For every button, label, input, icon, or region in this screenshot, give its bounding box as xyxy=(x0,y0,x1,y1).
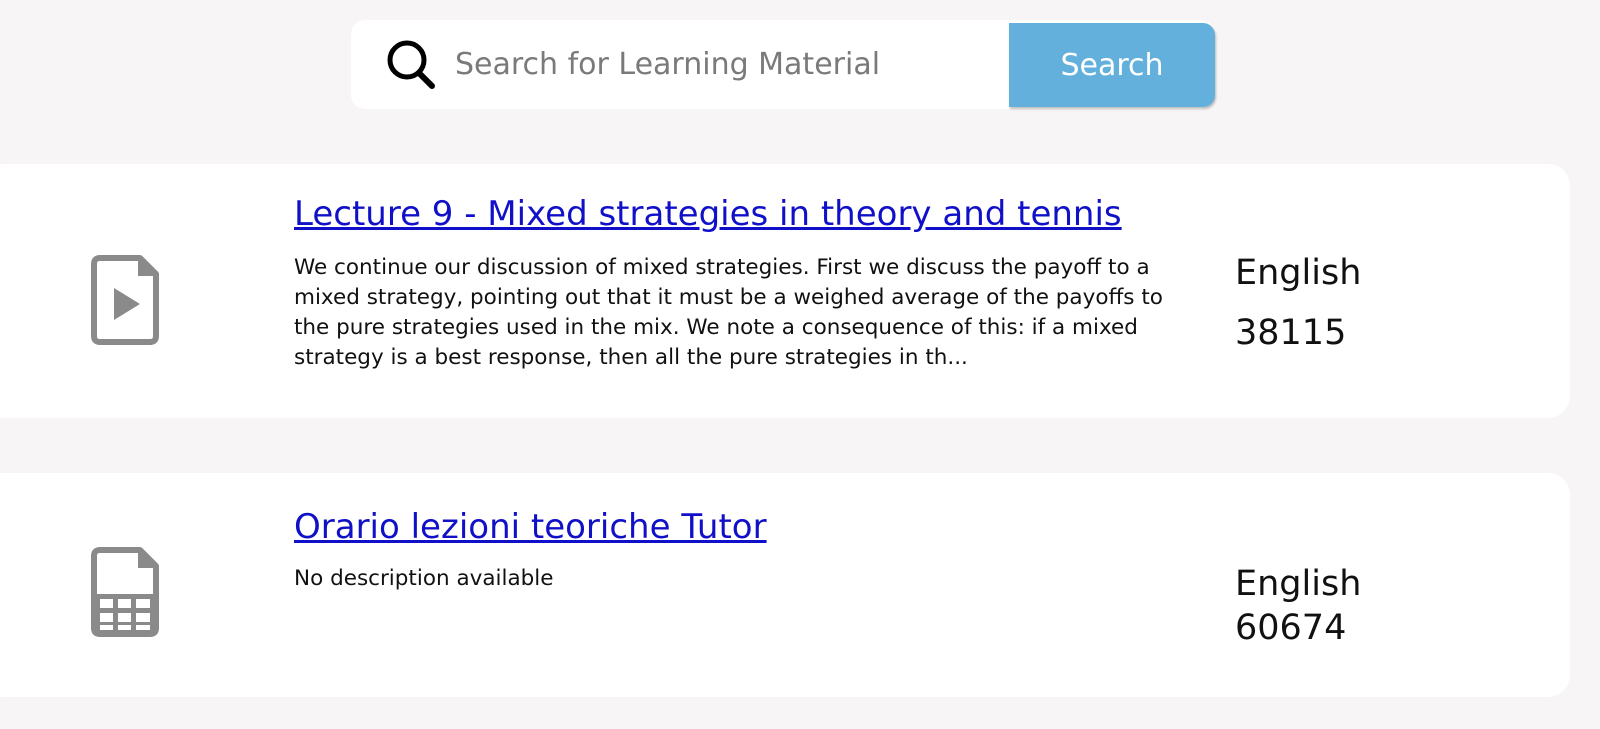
result-language: English xyxy=(1235,253,1362,293)
result-description: No description available xyxy=(294,566,554,591)
result-card: Orario lezioni teoriche Tutor No descrip… xyxy=(0,473,1570,697)
result-count: 38115 xyxy=(1235,313,1347,353)
search-button[interactable]: Search xyxy=(1009,23,1215,107)
result-description: We continue our discussion of mixed stra… xyxy=(294,255,1163,370)
result-title-link[interactable]: Lecture 9 - Mixed strategies in theory a… xyxy=(294,194,1122,234)
video-file-icon xyxy=(91,255,159,345)
search-icon xyxy=(387,40,435,89)
result-card: Lecture 9 - Mixed strategies in theory a… xyxy=(0,164,1570,418)
result-count: 60674 xyxy=(1235,608,1347,648)
search-bar: Search xyxy=(351,20,1215,109)
spreadsheet-file-icon xyxy=(91,547,159,637)
search-input[interactable] xyxy=(455,36,995,92)
result-title-link[interactable]: Orario lezioni teoriche Tutor xyxy=(294,507,767,547)
result-language: English xyxy=(1235,564,1362,604)
